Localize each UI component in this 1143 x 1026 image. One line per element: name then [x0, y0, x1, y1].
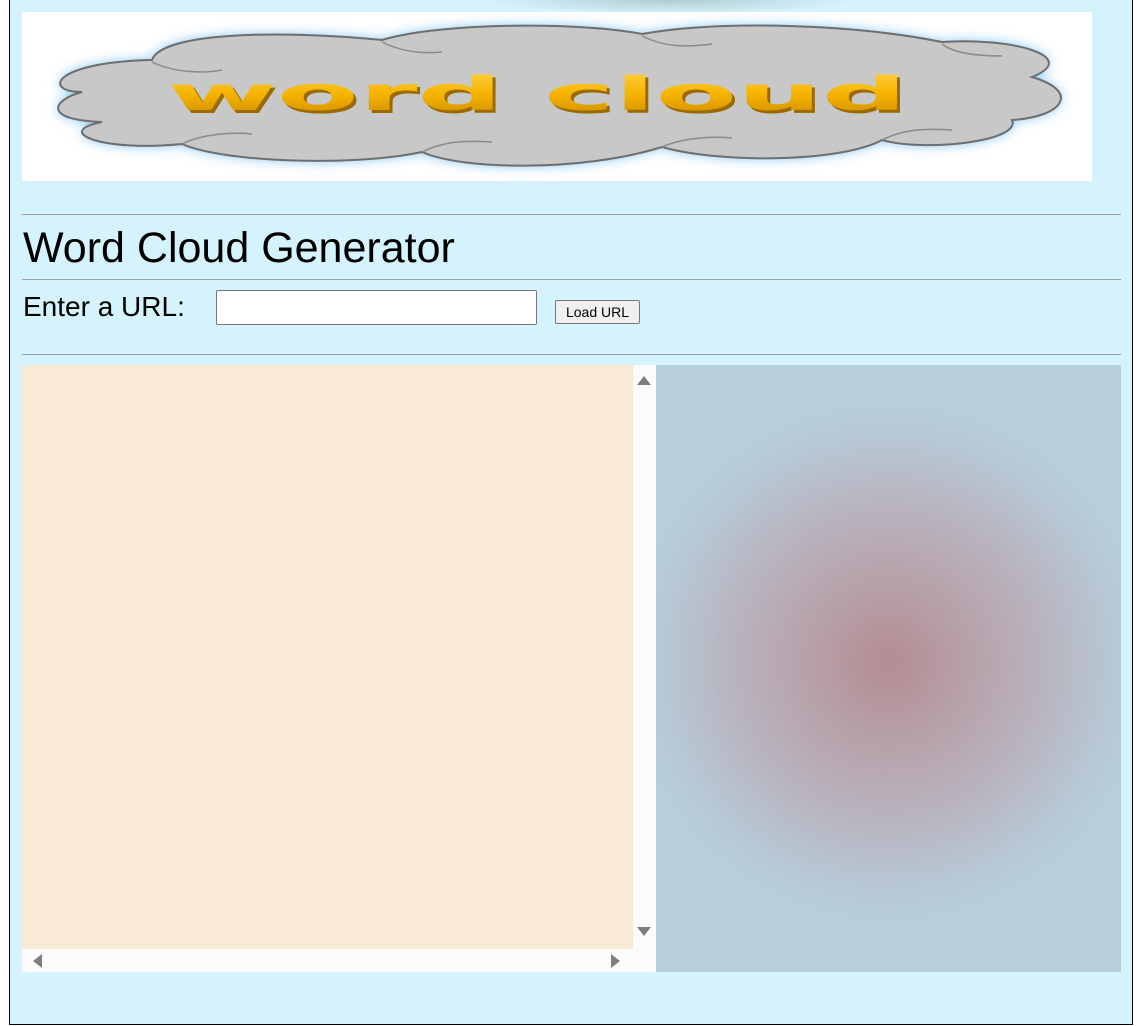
word-cloud-logo-banner: word cloud word cloud	[22, 12, 1092, 181]
load-url-button[interactable]: Load URL	[555, 300, 640, 324]
page-title: Word Cloud Generator	[23, 224, 455, 272]
page-frame: word cloud word cloud Word Cloud Generat…	[9, 0, 1133, 1025]
url-input[interactable]	[216, 290, 537, 325]
divider	[22, 279, 1121, 280]
vertical-scrollbar[interactable]	[633, 365, 656, 949]
word-cloud-canvas	[656, 365, 1121, 972]
word-cloud-logo-image: word cloud word cloud	[57, 24, 1062, 167]
divider	[22, 354, 1121, 355]
scroll-up-arrow-icon[interactable]	[637, 376, 651, 385]
scroll-down-arrow-icon[interactable]	[637, 927, 651, 936]
scroll-left-arrow-icon[interactable]	[33, 954, 42, 968]
text-input-area[interactable]	[22, 365, 633, 949]
horizontal-scrollbar[interactable]	[22, 949, 633, 972]
scroll-right-arrow-icon[interactable]	[611, 954, 620, 968]
text-input-panel	[22, 365, 656, 972]
logo-text: word cloud	[167, 67, 907, 121]
url-label: Enter a URL:	[23, 291, 185, 322]
divider	[22, 214, 1121, 215]
